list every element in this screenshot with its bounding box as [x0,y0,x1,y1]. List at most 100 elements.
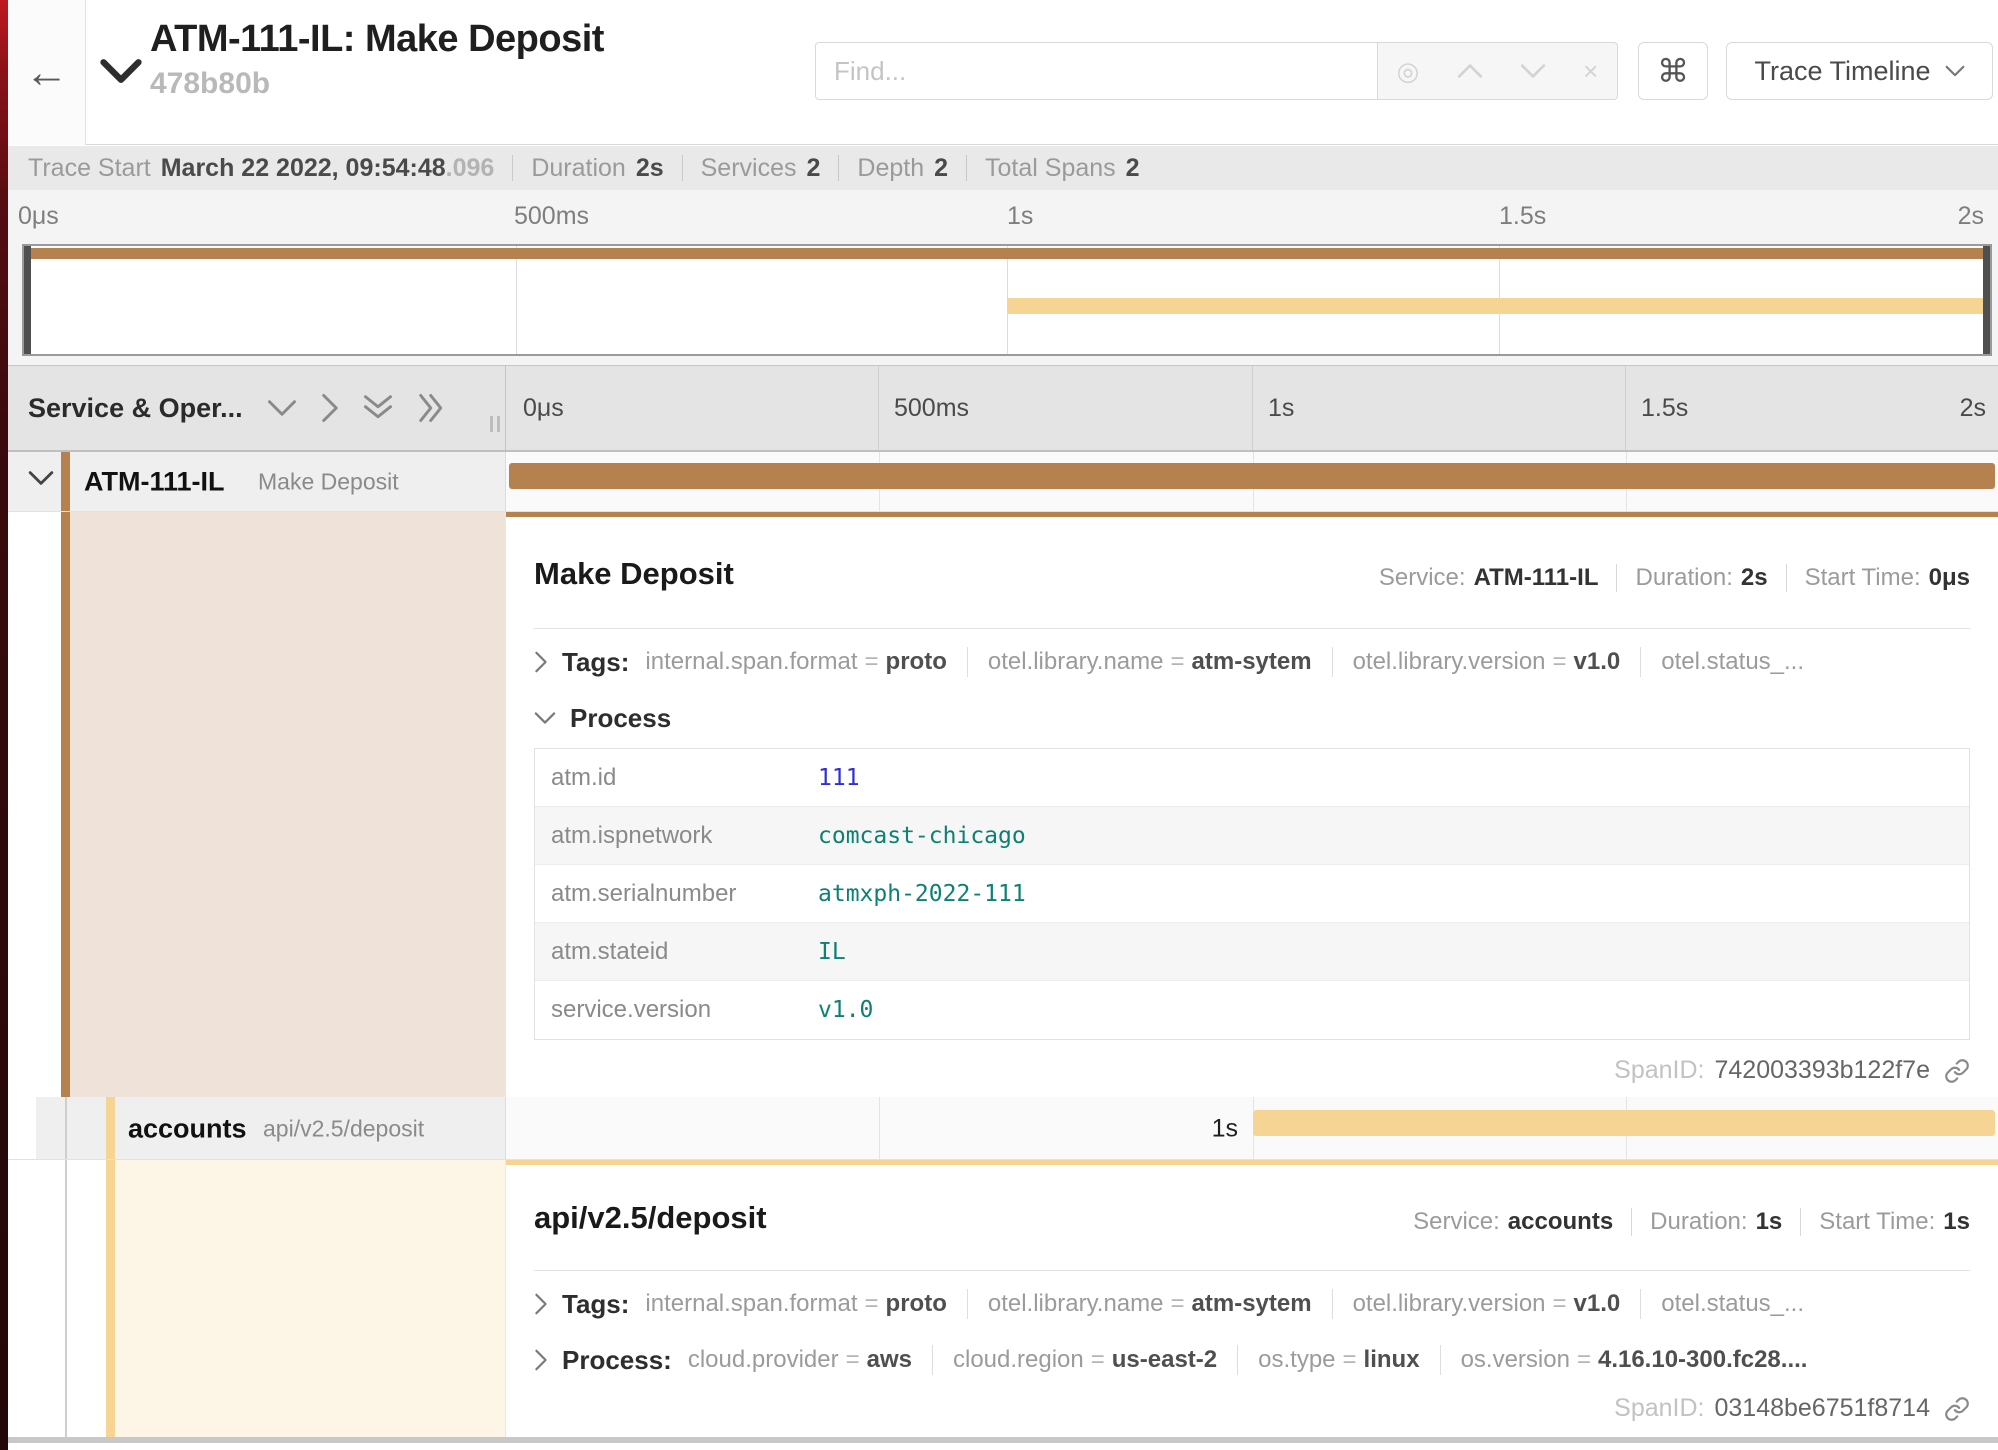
timeline-tick: 2s [1960,394,1986,423]
collapse-all-icon[interactable] [363,393,393,423]
span-row-accounts[interactable]: accounts api/v2.5/deposit 1s [8,1097,1998,1160]
span-service-name: ATM-111-IL [84,467,225,498]
equals: = [865,648,879,676]
find-tools: ◎ × [1378,42,1618,100]
gridline [1625,366,1626,450]
service-value: ATM-111-IL [1474,564,1599,592]
process-label: Process [570,703,671,734]
collapse-one-icon[interactable] [267,399,297,417]
divider [534,628,1970,629]
back-button[interactable]: ← [8,0,86,145]
span-duration-bar[interactable] [1253,1110,1995,1136]
minimap-viewport[interactable] [22,244,1992,356]
equals: = [1577,1346,1591,1374]
chevron-down-icon [1945,65,1965,77]
table-row: atm.id 111 [535,749,1969,807]
divider [1332,1289,1333,1319]
span-start-label: 1s [1212,1114,1238,1143]
minimap-tick: 500ms [514,202,589,231]
span-row-timeline-cell[interactable]: 1s [505,1097,1998,1160]
minimap-tick: 2s [1958,202,1984,231]
services-value: 2 [807,154,821,183]
duration-value: 2s [636,154,664,183]
next-match-icon[interactable] [1520,63,1546,79]
minimap-left-handle[interactable] [24,246,31,354]
detail-accent-bar [506,512,1998,517]
span-color-strip [106,1160,115,1437]
table-row: atm.stateid IL [535,923,1969,981]
span-detail-atm: Make Deposit Service: ATM-111-IL Duratio… [8,512,1998,1097]
tags-accordion[interactable]: Tags: internal.span.format=proto otel.li… [534,1284,1970,1324]
tag-key: otel.library.version [1353,648,1546,676]
find-input[interactable] [815,42,1378,100]
process-value: 111 [790,765,860,791]
table-row: atm.ispnetwork comcast-chicago [535,807,1969,865]
duration-label: Duration: [1650,1208,1747,1236]
copy-link-icon[interactable] [1944,1396,1970,1422]
service-label: Service: [1413,1208,1500,1236]
span-color-strip [61,452,70,512]
title-block: ATM-111-IL: Make Deposit 478b80b [150,18,604,101]
column-resize-grip[interactable] [490,416,500,432]
view-type-dropdown[interactable]: Trace Timeline [1726,42,1993,100]
focus-match-icon[interactable]: ◎ [1397,58,1420,84]
span-expander-icon[interactable] [28,470,54,486]
tags-label: Tags: [562,1289,629,1320]
prev-match-icon[interactable] [1457,63,1483,79]
tag-key: internal.span.format [645,1290,857,1318]
equals: = [865,1290,879,1318]
keyboard-shortcuts-button[interactable]: ⌘ [1638,42,1708,100]
process-tag-value: linux [1364,1346,1420,1374]
span-detail-content: api/v2.5/deposit Service: accounts Durat… [505,1160,1998,1437]
minimap-right-handle[interactable] [1983,246,1990,354]
bottom-scroll-edge[interactable] [8,1437,1998,1443]
service-value: accounts [1508,1208,1613,1236]
depth-value: 2 [934,154,948,183]
indent-guide [65,1097,67,1160]
process-key: service.version [535,996,790,1024]
detail-title: Make Deposit [534,556,734,592]
divider [967,1289,968,1319]
equals: = [1171,1290,1185,1318]
tag-value: v1.0 [1574,648,1621,676]
span-operation-name: Make Deposit [258,469,399,496]
span-row-name-cell[interactable]: accounts api/v2.5/deposit [36,1097,505,1160]
equals: = [1343,1346,1357,1374]
span-row-name-cell[interactable]: ATM-111-IL Make Deposit [8,452,505,512]
process-label: Process: [562,1345,672,1376]
timeline-tick: 500ms [894,394,969,423]
gridline [1252,366,1253,450]
trace-collapse-icon[interactable] [100,58,142,84]
back-arrow-icon[interactable]: ← [25,51,69,95]
detail-meta: Service: ATM-111-IL Duration: 2s Start T… [1379,564,1970,592]
tags-accordion[interactable]: Tags: internal.span.format=proto otel.li… [534,642,1970,682]
trace-start-label: Trace Start [28,154,151,183]
detail-indent-bg [115,1160,505,1437]
process-accordion[interactable]: Process [534,698,1970,738]
start-time-value: 0μs [1929,564,1970,592]
process-accordion[interactable]: Process: cloud.provider=aws cloud.region… [534,1340,1970,1380]
gridline [516,246,517,354]
clear-search-icon[interactable]: × [1583,58,1598,84]
tag-key: otel.status_... [1661,648,1804,676]
expand-all-icon[interactable] [417,393,447,423]
equals: = [1553,1290,1567,1318]
tag-value: proto [886,1290,947,1318]
gridline [879,1097,880,1160]
trace-id: 478b80b [150,67,604,101]
process-key: atm.id [535,764,790,792]
span-row-timeline-cell[interactable] [505,452,1998,512]
trace-summary-bar: Trace Start March 22 2022, 09:54:48.096 … [8,146,1998,190]
duration-value: 2s [1741,564,1768,592]
span-row-atm[interactable]: ATM-111-IL Make Deposit [8,452,1998,512]
expand-one-icon[interactable] [321,393,339,423]
divider [1440,1345,1441,1375]
process-key: atm.stateid [535,938,790,966]
detail-accent-bar [506,1160,1998,1165]
tag-value: atm-sytem [1192,1290,1312,1318]
span-duration-bar[interactable] [509,463,1995,489]
process-key: atm.ispnetwork [535,822,790,850]
span-color-strip [61,512,70,1097]
minimap-tick: 0μs [18,202,59,231]
copy-link-icon[interactable] [1944,1058,1970,1084]
